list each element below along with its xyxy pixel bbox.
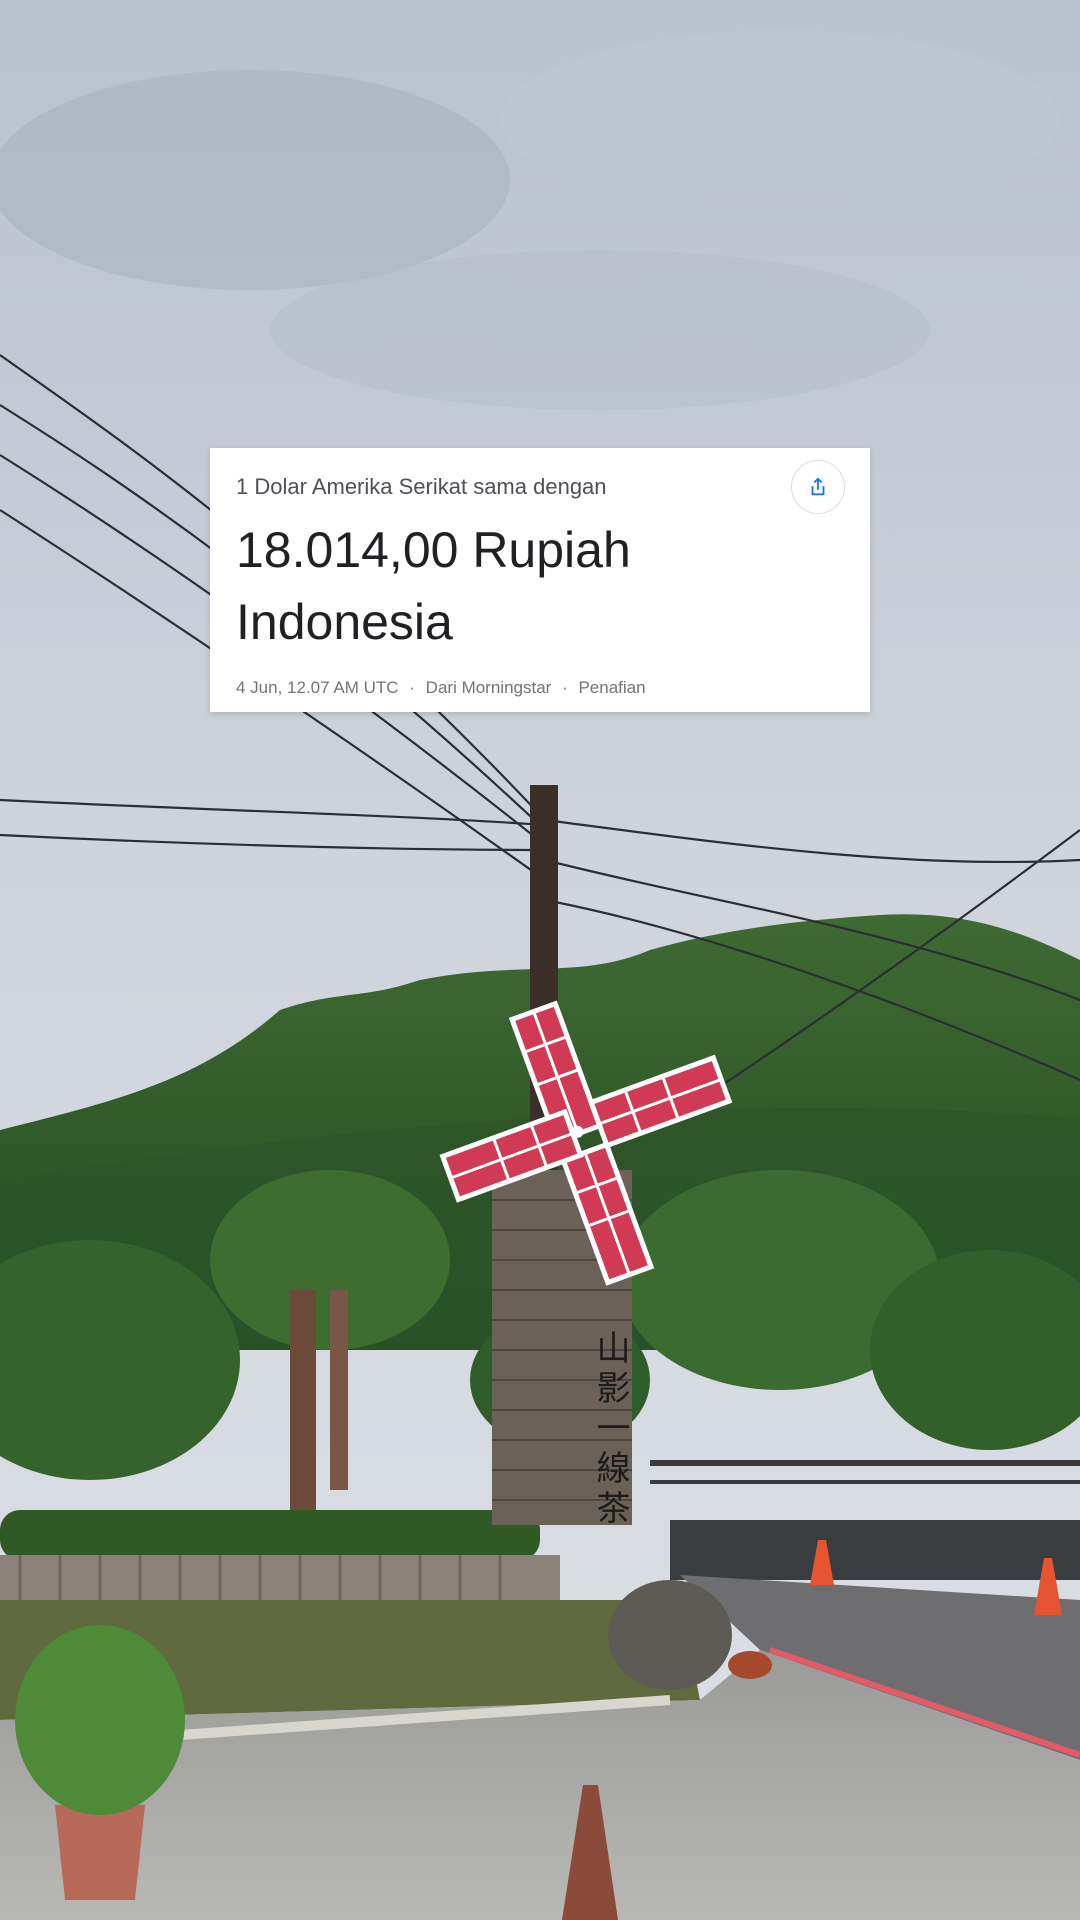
disclaimer-link[interactable]: Penafian (578, 678, 645, 697)
share-icon (811, 477, 825, 496)
source-link[interactable]: Dari Morningstar (426, 678, 552, 697)
timestamp: 4 Jun, 12.07 AM UTC (236, 678, 399, 697)
card-footer: 4 Jun, 12.07 AM UTC · Dari Morningstar ·… (236, 678, 646, 698)
conversion-label: 1 Dolar Amerika Serikat sama dengan (236, 474, 607, 499)
separator: · (562, 678, 568, 697)
currency-converter-card: 1 Dolar Amerika Serikat sama dengan 18.0… (210, 448, 870, 712)
separator: · (409, 678, 415, 697)
background-photo: 山影一線茶 (0, 0, 1080, 1920)
conversion-result: 18.014,00 Rupiah Indonesia (236, 522, 631, 650)
share-button[interactable] (791, 460, 845, 514)
sign-text: 山影一線茶 (590, 1330, 630, 1530)
